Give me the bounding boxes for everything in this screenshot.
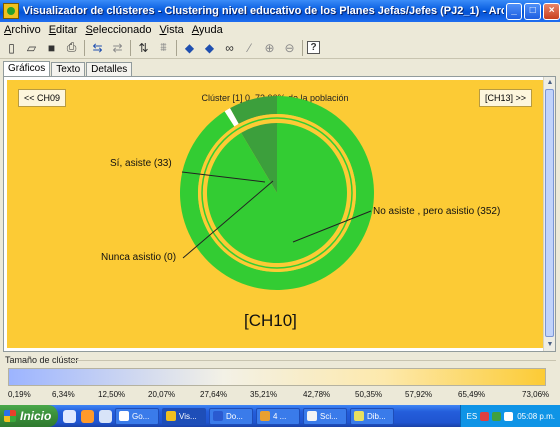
language-indicator[interactable]: ES	[467, 412, 478, 421]
tray-icon[interactable]	[480, 411, 490, 421]
tick-label: 57,92%	[405, 390, 433, 399]
menu-editar[interactable]: Editar	[49, 24, 78, 36]
start-button[interactable]: Inicio	[0, 405, 58, 427]
tick-label: 12,50%	[98, 390, 126, 399]
taskbar: Inicio Go... Vis... Do... 4 ... Sci... D…	[0, 405, 560, 427]
tab-detalles[interactable]: Detalles	[86, 62, 133, 77]
toolbar: ▯ ▱ ■ ⎙ ⇆ ⇄ ⇅ ⩩ ◆ ◆ ∞ ⁄ ⊕ ⊖ ?	[0, 37, 560, 59]
save-icon[interactable]: ■	[43, 39, 60, 56]
menu-bar: Archivo Editar Seleccionado Vista Ayuda	[0, 22, 560, 37]
maximize-button[interactable]: □	[524, 2, 542, 20]
window-title: Visualizador de clústeres - Clustering n…	[22, 5, 504, 17]
label-si-asiste: Sí, asiste (33)	[110, 158, 172, 169]
scroll-down-icon[interactable]: ▼	[545, 340, 555, 350]
vertical-scrollbar[interactable]: ▲ ▼	[543, 77, 555, 351]
quicklaunch-ie-icon[interactable]	[63, 409, 76, 423]
binoculars-icon[interactable]: ∞	[221, 39, 238, 56]
tick-label: 6,34%	[52, 390, 75, 399]
scroll-thumb[interactable]	[545, 89, 554, 337]
zoom-out-icon[interactable]: ⊖	[281, 39, 298, 56]
task-button[interactable]: Do...	[209, 407, 253, 425]
task-button[interactable]: 4 ...	[256, 407, 300, 425]
magic-wand-icon[interactable]: ⁄	[241, 39, 258, 56]
tab-graficos[interactable]: Gráficos	[3, 61, 51, 77]
folder-icon	[260, 411, 270, 421]
new-icon[interactable]: ▯	[3, 39, 20, 56]
task-button[interactable]: Sci...	[303, 407, 347, 425]
section-divider	[70, 360, 556, 361]
swap-icon[interactable]: ⇄	[109, 39, 126, 56]
start-label: Inicio	[20, 409, 52, 423]
tab-texto[interactable]: Texto	[51, 62, 86, 77]
windows-logo-icon	[4, 410, 16, 422]
tick-label: 50,35%	[355, 390, 383, 399]
label-no-asiste: No asiste , pero asistio (352)	[373, 206, 501, 217]
cluster-size-title: Tamaño de clúster	[5, 355, 79, 365]
scroll-up-icon[interactable]: ▲	[545, 78, 555, 88]
toolbar-separator	[130, 39, 131, 56]
tick-label: 42,78%	[303, 390, 331, 399]
cluster-center-label: [CH10]	[244, 311, 297, 330]
app-icon	[3, 3, 19, 19]
cluster-size-gradient	[8, 368, 546, 386]
menu-seleccionado[interactable]: Seleccionado	[85, 24, 151, 36]
task-button[interactable]: Go...	[115, 407, 159, 425]
chart-area: << CH09 Clúster [1] 0, 73,06% de la pobl…	[7, 80, 543, 348]
filter-icon[interactable]: ⩩	[155, 39, 172, 56]
menu-ayuda[interactable]: Ayuda	[192, 24, 223, 36]
task-button[interactable]: Vis...	[162, 407, 206, 425]
toolbar-separator	[176, 39, 177, 56]
tick-label: 27,64%	[200, 390, 228, 399]
scilab-icon	[307, 411, 317, 421]
tick-label: 0,19%	[8, 390, 31, 399]
tick-label: 35,21%	[250, 390, 278, 399]
view-tabs: Gráficos Texto Detalles	[3, 61, 133, 77]
clock: 05:08 p.m.	[517, 411, 555, 421]
chart-panel: << CH09 Clúster [1] 0, 73,06% de la pobl…	[3, 76, 556, 352]
tray-icon[interactable]	[504, 411, 514, 421]
toolbar-separator	[302, 39, 303, 56]
refresh-icon[interactable]: ⇆	[89, 39, 106, 56]
title-bar: Visualizador de clústeres - Clustering n…	[0, 0, 560, 22]
minimize-button[interactable]: _	[505, 2, 523, 20]
zoom-in-icon[interactable]: ⊕	[261, 39, 278, 56]
tick-label: 65,49%	[458, 390, 486, 399]
document-icon	[213, 411, 223, 421]
app-icon	[166, 411, 176, 421]
inner-slice-1	[207, 123, 348, 263]
menu-archivo[interactable]: Archivo	[4, 24, 41, 36]
task-button[interactable]: Dib...	[350, 407, 394, 425]
print-icon[interactable]: ⎙	[63, 39, 80, 56]
cluster-size-ticks: 0,19% 6,34% 12,50% 20,07% 27,64% 35,21% …	[0, 390, 560, 400]
arrow-right-icon[interactable]: ◆	[201, 39, 218, 56]
toolbar-separator	[84, 39, 85, 56]
quicklaunch-firefox-icon[interactable]	[81, 409, 94, 423]
quicklaunch-desktop-icon[interactable]	[99, 409, 112, 423]
tick-label: 73,06%	[522, 390, 550, 399]
menu-vista[interactable]: Vista	[160, 24, 184, 36]
label-nunca-asistio: Nunca asistio (0)	[101, 252, 177, 263]
browser-icon	[119, 411, 129, 421]
paint-icon	[354, 411, 364, 421]
tray-icon[interactable]	[492, 411, 502, 421]
tick-label: 20,07%	[148, 390, 176, 399]
system-tray: ES 05:08 p.m.	[460, 405, 560, 427]
help-icon[interactable]: ?	[307, 41, 320, 54]
sort-icon[interactable]: ⇅	[135, 39, 152, 56]
close-button[interactable]: ×	[543, 2, 560, 20]
arrow-left-icon[interactable]: ◆	[181, 39, 198, 56]
open-icon[interactable]: ▱	[23, 39, 40, 56]
